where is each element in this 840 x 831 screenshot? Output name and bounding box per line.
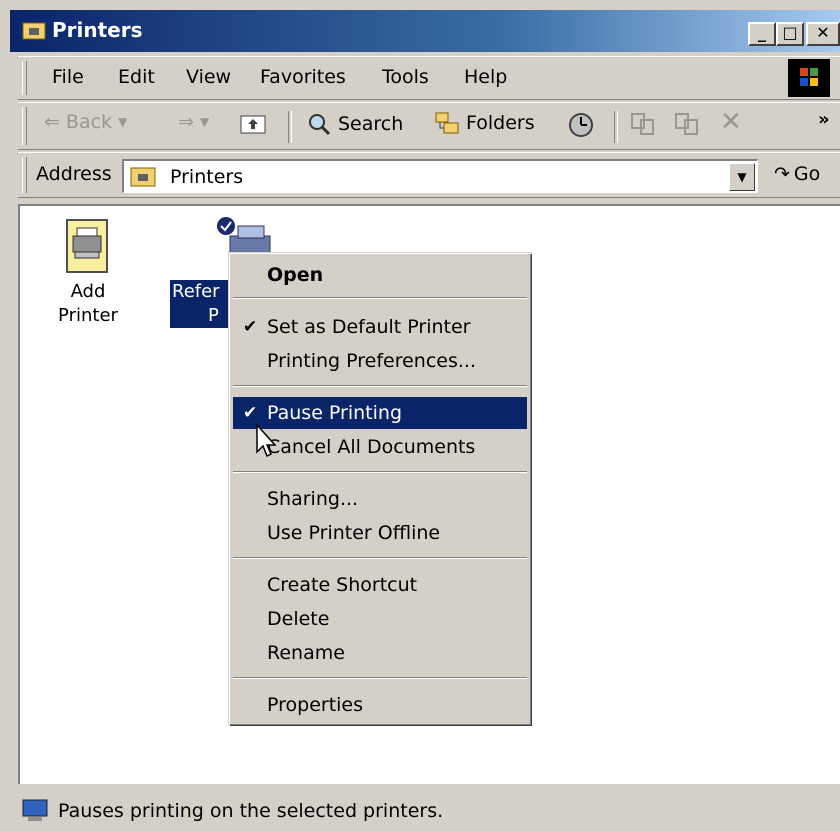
back-label: Back bbox=[65, 111, 113, 133]
address-label: Address bbox=[36, 163, 112, 185]
maximize-button[interactable]: □ bbox=[776, 22, 804, 46]
windows-logo-icon bbox=[788, 59, 830, 97]
back-dropdown-icon: ▼ bbox=[118, 115, 128, 129]
folders-button[interactable]: Folders bbox=[434, 111, 535, 135]
menu-item-pause-printing-label: Pause Printing bbox=[267, 402, 403, 424]
menu-file[interactable]: File bbox=[52, 66, 84, 88]
standard-toolbar: ⇐ Back ▼ ⇒ ▼ Search Folders ✕ » bbox=[18, 102, 840, 150]
menu-item-sharing-label: Sharing... bbox=[267, 488, 359, 510]
close-button[interactable]: ✕ bbox=[806, 22, 840, 46]
go-arrow-icon: ↷ bbox=[774, 163, 790, 185]
address-input[interactable]: Printers ▼ bbox=[122, 159, 758, 193]
menu-item-use-printer-offline-label: Use Printer Offline bbox=[267, 522, 441, 544]
printer-label-line1: Refer bbox=[172, 281, 220, 302]
mouse-cursor-icon bbox=[256, 424, 277, 458]
window-title: Printers bbox=[52, 18, 143, 42]
search-icon bbox=[309, 114, 331, 136]
toolbar-separator-2 bbox=[614, 111, 618, 143]
menu-item-open[interactable]: Open bbox=[233, 259, 527, 291]
menu-help[interactable]: Help bbox=[464, 66, 507, 88]
menu-item-set-default[interactable]: ✔ Set as Default Printer bbox=[233, 311, 527, 343]
menu-edit[interactable]: Edit bbox=[118, 66, 155, 88]
menu-item-open-label: Open bbox=[267, 264, 324, 286]
history-icon bbox=[569, 113, 593, 137]
go-button[interactable]: ↷ Go bbox=[774, 163, 820, 185]
address-value: Printers bbox=[170, 166, 244, 188]
add-printer-label: Add Printer bbox=[58, 281, 118, 326]
menu-item-sharing[interactable]: Sharing... bbox=[233, 483, 527, 515]
add-printer-icon bbox=[66, 219, 108, 273]
minimize-button[interactable]: _ bbox=[748, 22, 776, 46]
menu-item-create-shortcut-label: Create Shortcut bbox=[267, 574, 418, 596]
back-button[interactable]: ⇐ Back ▼ bbox=[44, 111, 127, 133]
title-bar[interactable]: Printers _ □ ✕ bbox=[10, 10, 840, 52]
go-label: Go bbox=[793, 163, 821, 185]
forward-arrow-icon: ⇒ bbox=[178, 111, 194, 133]
address-dropdown-button[interactable]: ▼ bbox=[729, 163, 755, 191]
computer-status-icon bbox=[22, 799, 48, 821]
delete-x-icon: ✕ bbox=[720, 107, 742, 137]
menu-item-create-shortcut[interactable]: Create Shortcut bbox=[233, 569, 527, 601]
menu-separator bbox=[233, 557, 527, 559]
menu-separator bbox=[233, 471, 527, 473]
toolbar-grip[interactable] bbox=[22, 107, 27, 145]
forward-dropdown-icon: ▼ bbox=[199, 115, 210, 129]
status-bar: Pauses printing on the selected printers… bbox=[10, 788, 840, 831]
folders-icon bbox=[435, 112, 459, 134]
forward-button[interactable]: ⇒ ▼ bbox=[178, 111, 209, 133]
status-text: Pauses printing on the selected printers… bbox=[58, 800, 444, 822]
printers-folder-icon bbox=[130, 167, 156, 187]
menu-item-delete-label: Delete bbox=[267, 608, 330, 630]
move-to-button[interactable] bbox=[630, 111, 656, 137]
menubar-grip[interactable] bbox=[22, 61, 27, 95]
printers-folder-icon bbox=[22, 22, 46, 40]
menu-item-rename[interactable]: Rename bbox=[233, 637, 527, 669]
printer-label-selected: Refer P bbox=[169, 279, 235, 329]
menu-item-rename-label: Rename bbox=[267, 642, 345, 664]
move-to-icon bbox=[631, 113, 654, 135]
delete-button[interactable]: ✕ bbox=[720, 107, 742, 137]
search-button[interactable]: Search bbox=[306, 111, 403, 137]
up-folder-button[interactable] bbox=[240, 111, 266, 135]
menu-item-printing-preferences[interactable]: Printing Preferences... bbox=[233, 345, 527, 377]
printer-context-menu: Open ✔ Set as Default Printer Printing Pr… bbox=[228, 252, 532, 726]
menu-separator bbox=[233, 677, 527, 679]
toolbar-separator bbox=[288, 111, 292, 143]
back-arrow-icon: ⇐ bbox=[44, 111, 60, 133]
copy-to-icon bbox=[675, 113, 698, 135]
search-label: Search bbox=[338, 113, 404, 135]
menu-item-delete[interactable]: Delete bbox=[233, 603, 527, 635]
menu-item-printing-preferences-label: Printing Preferences... bbox=[267, 350, 476, 372]
menu-item-set-default-label: Set as Default Printer bbox=[267, 316, 471, 338]
menu-separator bbox=[233, 385, 527, 387]
printer-label-line2: P bbox=[208, 305, 219, 326]
copy-to-button[interactable] bbox=[674, 111, 700, 137]
address-bar: Address Printers ▼ ↷ Go bbox=[18, 152, 840, 198]
menu-item-properties[interactable]: Properties bbox=[233, 689, 527, 721]
printers-window: Printers _ □ ✕ File Edit View Favorites … bbox=[0, 0, 840, 831]
menu-separator bbox=[233, 297, 527, 299]
menu-view[interactable]: View bbox=[186, 66, 231, 88]
menu-bar: File Edit View Favorites Tools Help bbox=[18, 56, 840, 100]
toolbar-chevron-button[interactable]: » bbox=[818, 109, 830, 130]
addressbar-grip[interactable] bbox=[22, 157, 27, 193]
menu-item-use-printer-offline[interactable]: Use Printer Offline bbox=[233, 517, 527, 549]
menu-item-properties-label: Properties bbox=[267, 694, 364, 716]
up-folder-icon bbox=[240, 115, 266, 134]
menu-item-cancel-all-documents-label: Cancel All Documents bbox=[267, 436, 476, 458]
folders-label: Folders bbox=[466, 112, 535, 134]
history-button[interactable] bbox=[566, 111, 596, 139]
menu-favorites[interactable]: Favorites bbox=[260, 66, 346, 88]
add-printer-item[interactable]: Add Printer bbox=[38, 216, 138, 328]
checkmark-icon: ✔ bbox=[243, 317, 258, 337]
menu-tools[interactable]: Tools bbox=[382, 66, 429, 88]
